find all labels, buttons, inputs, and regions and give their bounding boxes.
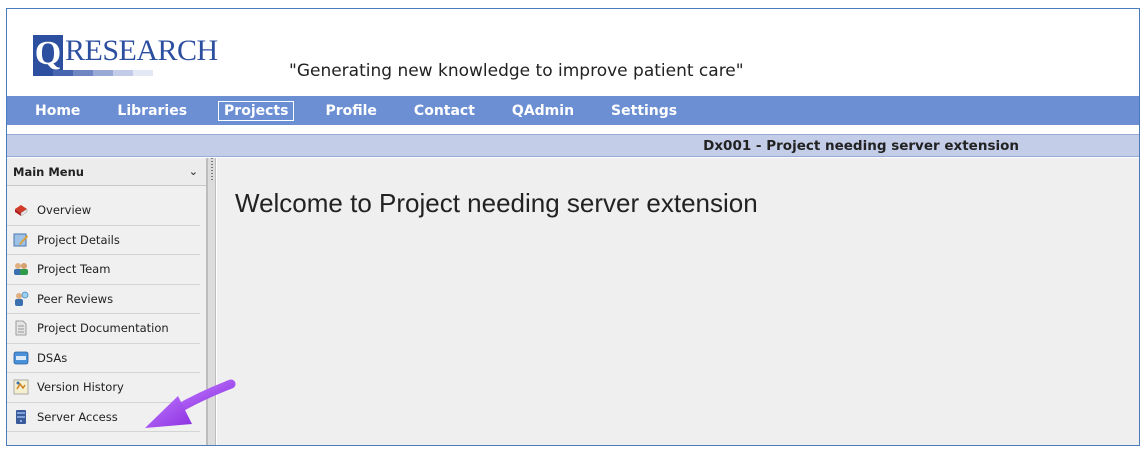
sidebar-item-label: Peer Reviews (37, 291, 114, 306)
sidebar-item-dsas[interactable]: DSAs (7, 344, 200, 373)
sidebar-item-label: Project Details (37, 232, 120, 247)
sidebar-item-label: Server Access (37, 409, 118, 424)
nav-projects[interactable]: Projects (218, 100, 295, 121)
overview-icon (13, 202, 29, 218)
project-details-icon (13, 232, 29, 248)
document-icon (13, 320, 29, 336)
chevron-down-icon[interactable]: ⌄ (189, 165, 198, 178)
nav-qadmin[interactable]: QAdmin (506, 101, 580, 121)
sidebar-item-project-details[interactable]: Project Details (7, 226, 200, 255)
app-frame: Q RESEARCH "Generating new knowledge to … (6, 8, 1140, 446)
page-title: Welcome to Project needing server extens… (235, 188, 758, 218)
sidebar-item-label: Version History (37, 380, 124, 395)
sidebar-menu: Overview Project Details Project Team Pe… (7, 196, 206, 432)
tagline: "Generating new knowledge to improve pat… (289, 61, 744, 81)
sidebar-item-server-access[interactable]: Server Access (7, 403, 200, 432)
main-nav: Home Libraries Projects Profile Contact … (7, 96, 1139, 125)
main-menu-header[interactable]: Main Menu ⌄ (7, 158, 206, 186)
server-icon (13, 409, 29, 425)
sidebar-item-project-documentation[interactable]: Project Documentation (7, 314, 200, 344)
sidebar-item-overview[interactable]: Overview (7, 196, 200, 226)
version-history-icon (13, 379, 29, 395)
logo-text: RESEARCH (65, 34, 218, 67)
nav-contact[interactable]: Contact (408, 101, 481, 121)
sidebar-item-project-team[interactable]: Project Team (7, 255, 200, 285)
team-icon (13, 261, 29, 277)
nav-libraries[interactable]: Libraries (111, 101, 193, 121)
main-content: Welcome to Project needing server extens… (217, 158, 1139, 445)
project-bar: Dx001 - Project needing server extension (7, 134, 1139, 157)
sidebar-item-label: Project Team (37, 262, 111, 277)
sidebar-item-label: Overview (37, 203, 92, 218)
nav-profile[interactable]: Profile (319, 101, 382, 121)
sidebar-item-label: Project Documentation (37, 321, 169, 336)
dsa-icon (13, 350, 29, 366)
splitter-grip[interactable] (211, 158, 213, 180)
nav-settings[interactable]: Settings (605, 101, 683, 121)
sidebar-item-peer-reviews[interactable]: Peer Reviews (7, 285, 200, 314)
sidebar-splitter[interactable] (207, 158, 216, 445)
sidebar-item-version-history[interactable]: Version History (7, 373, 200, 403)
header: Q RESEARCH "Generating new knowledge to … (7, 9, 1139, 87)
logo-q: Q (33, 35, 63, 73)
main-menu-label: Main Menu (13, 164, 84, 179)
qresearch-logo[interactable]: Q RESEARCH (33, 31, 263, 76)
peer-review-icon (13, 291, 29, 307)
sidebar: Main Menu ⌄ Overview Project Details Pro… (7, 158, 207, 445)
sidebar-item-label: DSAs (37, 350, 68, 365)
logo-gradient-bar (33, 70, 153, 76)
project-title: Dx001 - Project needing server extension (703, 138, 1019, 154)
nav-home[interactable]: Home (29, 101, 86, 121)
